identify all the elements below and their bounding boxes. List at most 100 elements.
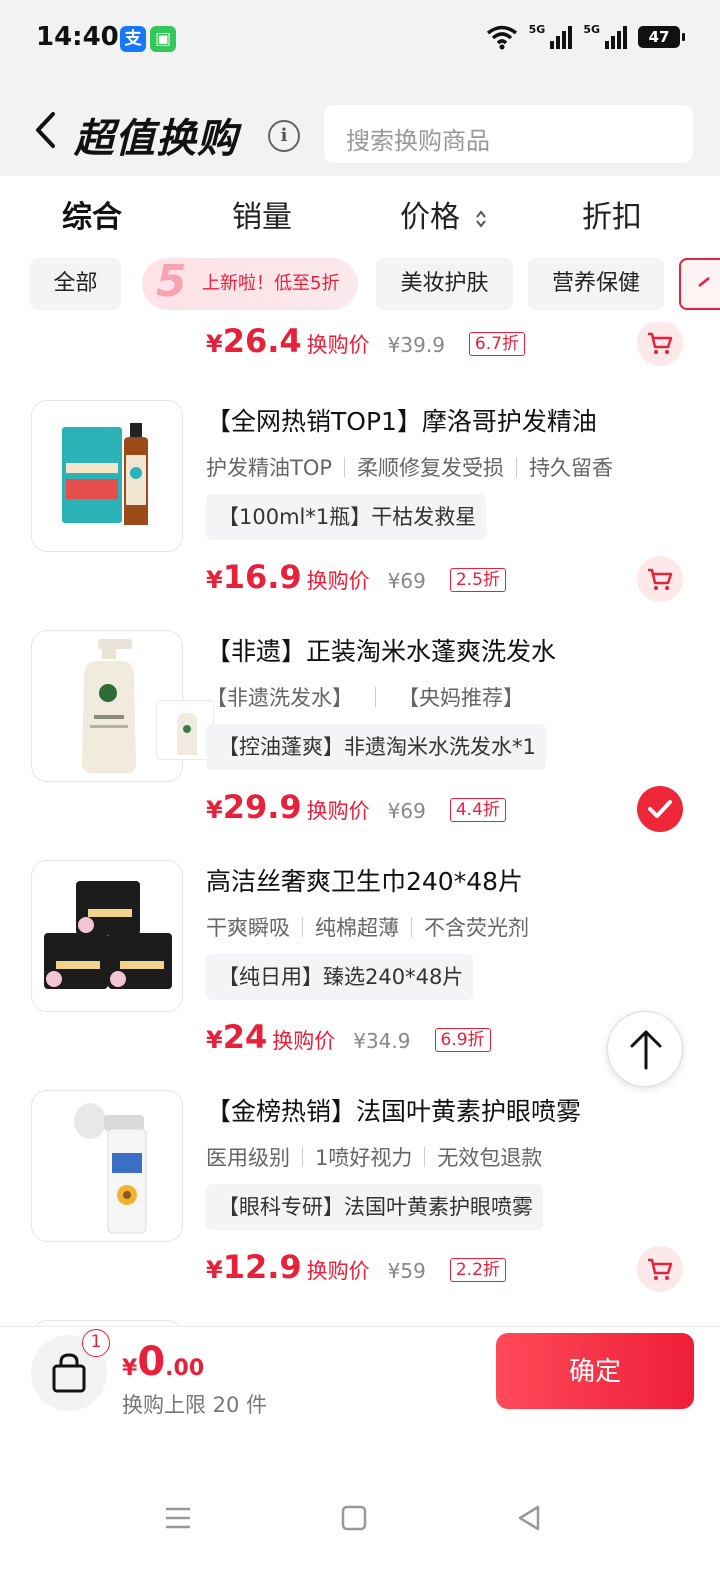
- cart-icon: [648, 1258, 673, 1280]
- wifi-icon: [486, 25, 517, 50]
- tab-sales[interactable]: 销量: [232, 192, 292, 236]
- tag-divider: [411, 917, 412, 937]
- product-spec[interactable]: 【纯日用】臻选240*48片: [206, 954, 474, 1000]
- product-tags: 护发精油TOP 柔顺修复发受损 持久留香: [206, 452, 613, 482]
- discount-badge: 4.4折: [449, 798, 506, 822]
- eye-spray-image: [74, 1103, 147, 1234]
- tag-divider: [302, 1147, 303, 1167]
- total-currency: ¥: [122, 1356, 138, 1381]
- chip-promo-label: 上新啦！低至5折: [202, 273, 340, 294]
- chip-all[interactable]: 全部: [30, 258, 121, 310]
- exchange-limit-text: 换购上限 20 件: [122, 1393, 268, 1417]
- network-type-label: 5G: [583, 22, 600, 36]
- add-to-cart-button[interactable]: [637, 556, 683, 602]
- chip-promo[interactable]: 5 上新啦！低至5折: [142, 256, 358, 310]
- list-item[interactable]: 【非遗】正装淘米水蓬爽洗发水 【非遗洗发水】 【央妈推荐】 【控油蓬爽】非遗淘米…: [0, 630, 720, 860]
- list-item[interactable]: 【金榜热销】法国叶黄素护眼喷雾 医用级别 1喷好视力 无效包退款 【眼科专研】法…: [0, 1090, 720, 1320]
- product-tag: 【央妈推荐】: [398, 686, 524, 710]
- back-arrow-icon[interactable]: [32, 110, 58, 150]
- list-item[interactable]: ¥ 26.4 换购价 ¥39.9 6.7折: [0, 322, 720, 394]
- tag-divider: [516, 457, 518, 477]
- alipay-icon: 支: [120, 26, 146, 52]
- chip-nutrition[interactable]: 营养保健: [528, 258, 664, 310]
- tab-price-label: 价格: [400, 200, 460, 235]
- original-price: ¥39.9: [387, 333, 445, 357]
- currency-symbol: ¥: [206, 796, 223, 824]
- back-triangle-icon[interactable]: [510, 1498, 550, 1538]
- chevron-up-icon: [698, 277, 710, 287]
- info-icon[interactable]: i: [268, 120, 300, 152]
- product-tag: 持久留香: [529, 456, 614, 480]
- price-row: ¥ 24 换购价 ¥34.9 6.9折: [206, 1018, 491, 1062]
- home-icon[interactable]: [334, 1498, 374, 1538]
- tab-price[interactable]: 价格: [400, 192, 488, 236]
- product-title: 【全网热销TOP1】摩洛哥护发精油: [206, 407, 597, 436]
- exchange-price-label: 换购价: [306, 569, 370, 593]
- original-price: ¥34.9: [353, 1029, 411, 1053]
- page-title: 超值换购: [74, 116, 238, 162]
- product-tag: 干爽瞬吸: [206, 916, 290, 940]
- battery-indicator: 47: [638, 26, 685, 48]
- cart-count-badge: 1: [82, 1329, 110, 1357]
- exchange-price-label: 换购价: [306, 1259, 370, 1283]
- filter-chips: 全部 5 上新啦！低至5折 美妆护肤 营养保健: [0, 250, 720, 322]
- product-spec[interactable]: 【100ml*1瓶】干枯发救星: [206, 494, 487, 540]
- price-row: ¥ 12.9 换购价 ¥59 2.2折: [206, 1248, 506, 1292]
- exchange-price: 16.9: [222, 558, 302, 596]
- product-tag: 1喷好视力: [315, 1146, 413, 1170]
- product-tag: 无效包退款: [437, 1146, 543, 1170]
- tag-divider: [375, 687, 376, 707]
- product-spec[interactable]: 【眼科专研】法国叶黄素护眼喷雾: [206, 1184, 543, 1230]
- product-tags: 医用级别 1喷好视力 无效包退款: [206, 1142, 542, 1172]
- status-bar: 14:40 支 ▣ 5G 5G 47: [0, 0, 720, 80]
- wechat-mini-icon: ▣: [150, 26, 176, 52]
- tag-divider: [424, 1147, 426, 1167]
- exchange-price: 26.4: [222, 322, 302, 360]
- tab-discount[interactable]: 折扣: [582, 192, 642, 236]
- menu-icon[interactable]: [158, 1498, 198, 1538]
- cart-icon: [648, 332, 673, 354]
- price-row: ¥ 29.9 换购价 ¥69 4.4折: [206, 788, 506, 832]
- confirm-button[interactable]: 确定: [496, 1333, 694, 1409]
- product-tags: 【非遗洗发水】 【央妈推荐】: [206, 682, 524, 712]
- exchange-price: 29.9: [222, 788, 302, 826]
- checkmark-icon: [648, 800, 672, 818]
- exchange-price-label: 换购价: [306, 333, 370, 357]
- product-title: 高洁丝奢爽卫生巾240*48片: [206, 867, 524, 896]
- currency-symbol: ¥: [206, 1256, 223, 1284]
- product-tag: 柔顺修复发受损: [357, 456, 505, 480]
- total-integer: 0: [137, 1339, 166, 1385]
- exchange-price: 24: [222, 1018, 268, 1056]
- page-header: 超值换购 i 搜索换购商品: [0, 80, 720, 176]
- currency-symbol: ¥: [206, 1026, 223, 1054]
- exchange-price: 12.9: [222, 1248, 302, 1286]
- original-price: ¥59: [387, 1259, 426, 1283]
- discount-badge: 6.7折: [468, 332, 525, 356]
- product-title: 【金榜热销】法国叶黄素护眼喷雾: [206, 1097, 582, 1126]
- network-type-label: 5G: [528, 22, 546, 36]
- sort-tabs: 综合 销量 价格 折扣: [0, 176, 720, 250]
- add-to-cart-button[interactable]: [637, 1246, 683, 1292]
- add-to-cart-button[interactable]: [637, 322, 683, 366]
- currency-symbol: ¥: [206, 566, 223, 594]
- list-item[interactable]: 【全网热销TOP1】摩洛哥护发精油 护发精油TOP 柔顺修复发受损 持久留香 【…: [0, 400, 720, 630]
- original-price: ¥69: [387, 799, 426, 823]
- product-spec[interactable]: 【控油蓬爽】非遗淘米水洗发水*1: [206, 724, 546, 770]
- signal-icon: [550, 26, 573, 49]
- chip-beauty[interactable]: 美妆护肤: [376, 258, 513, 310]
- total-price: ¥0.00: [122, 1339, 204, 1385]
- selected-checkmark-button[interactable]: [637, 786, 683, 832]
- discount-badge: 2.5折: [449, 568, 506, 592]
- search-input[interactable]: 搜索换购商品: [324, 105, 693, 163]
- product-title: 【非遗】正装淘米水蓬爽洗发水: [206, 637, 557, 666]
- tab-comprehensive[interactable]: 综合: [62, 192, 122, 236]
- tag-divider: [302, 917, 303, 937]
- arrow-up-icon: [630, 1030, 662, 1070]
- original-price: ¥69: [387, 569, 426, 593]
- checkout-bar: 1 ¥0.00 换购上限 20 件 确定: [0, 1326, 720, 1436]
- hair-oil-image: [62, 423, 148, 525]
- scroll-to-top-button[interactable]: [607, 1011, 683, 1087]
- chip-more[interactable]: [679, 258, 720, 310]
- price-row: ¥ 26.4 换购价 ¥39.9 6.7折: [206, 322, 525, 366]
- total-decimal: .00: [165, 1356, 205, 1381]
